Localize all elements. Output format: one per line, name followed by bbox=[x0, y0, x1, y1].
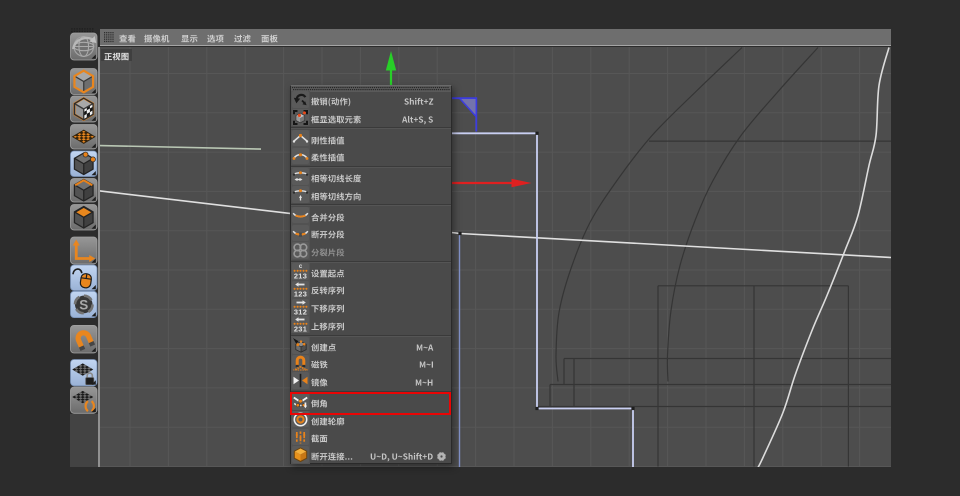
svg-text:123: 123 bbox=[294, 289, 307, 298]
svg-text:c: c bbox=[299, 264, 303, 270]
svg-text:213: 213 bbox=[294, 271, 307, 280]
svg-text:S: S bbox=[79, 297, 88, 312]
svg-text:312: 312 bbox=[294, 307, 307, 316]
svg-text:231: 231 bbox=[294, 325, 307, 334]
